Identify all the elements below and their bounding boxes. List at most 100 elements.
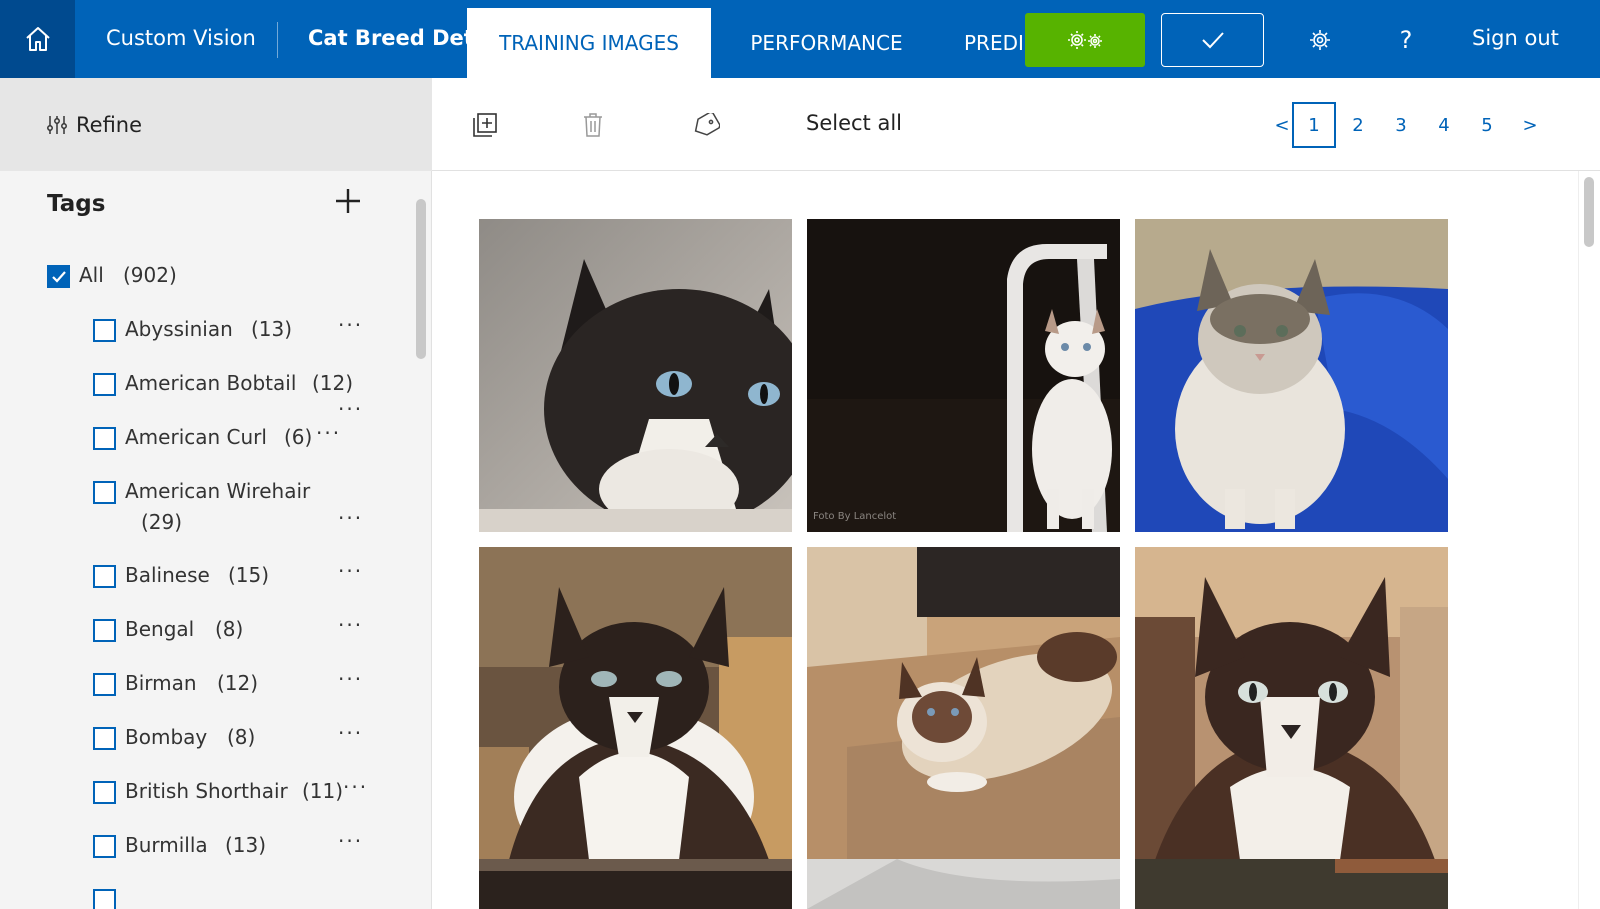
all-checkbox[interactable] [47, 265, 70, 288]
settings-button[interactable] [1302, 22, 1338, 58]
tag-checkbox[interactable] [93, 835, 116, 858]
tag-more-button[interactable]: ··· [338, 397, 363, 421]
gallery-scroll-thumb[interactable] [1584, 177, 1594, 247]
home-icon [25, 27, 50, 51]
project-name[interactable]: Cat Breed Detector [308, 26, 468, 50]
tag-count: (8) [227, 725, 256, 749]
tag-checkbox[interactable] [93, 427, 116, 450]
filter-sliders-icon [47, 115, 67, 134]
checkmark-icon [1201, 32, 1224, 49]
tag-label: American Curl [125, 425, 267, 449]
tag-images-button[interactable] [691, 110, 721, 140]
tag-label: Bombay [125, 725, 208, 749]
cat-photo [1135, 859, 1448, 909]
image-gallery: Foto By Lancelot [432, 171, 1578, 909]
tag-more-button[interactable]: ··· [338, 721, 363, 745]
tab-training-images[interactable]: TRAINING IMAGES [467, 8, 711, 78]
brand-link[interactable]: Custom Vision [106, 26, 256, 50]
gear-icon [1310, 30, 1330, 50]
cat-photo: Foto By Lancelot [807, 219, 1120, 532]
cat-image-1[interactable] [479, 219, 792, 532]
photo-watermark: Foto By Lancelot [813, 511, 896, 522]
tag-label: British Shorthair [125, 779, 288, 803]
pagination-page-5[interactable]: 5 [1465, 102, 1509, 148]
tag-more-button[interactable]: ··· [338, 667, 363, 691]
header-divider [277, 22, 278, 58]
tag-label: Balinese [125, 563, 210, 587]
cat-image-3[interactable] [1135, 219, 1448, 532]
tag-count: (15) [228, 563, 270, 587]
tag-more-button[interactable]: ··· [338, 559, 363, 583]
cat-image-4[interactable] [479, 547, 792, 860]
tab-performance[interactable]: PERFORMANCE [729, 8, 924, 78]
cat-image-7[interactable] [479, 859, 792, 909]
cat-image-8[interactable] [807, 859, 1120, 909]
tag-count: (902) [123, 263, 177, 287]
add-tag-button[interactable] [332, 185, 364, 217]
tag-more-button[interactable]: ··· [338, 829, 363, 853]
cat-photo [807, 547, 1120, 860]
home-button[interactable] [0, 0, 75, 78]
tag-icon [694, 113, 720, 136]
cat-photo [1135, 219, 1448, 532]
sidebar-scrollbar[interactable] [410, 171, 432, 909]
pagination-page-1[interactable]: 1 [1292, 102, 1336, 148]
cat-image-6[interactable] [1135, 547, 1448, 860]
add-images-icon [473, 113, 497, 137]
tag-count: (29) [141, 510, 183, 534]
delete-button[interactable] [578, 110, 608, 140]
check-icon [51, 270, 66, 283]
tag-label: All [79, 263, 104, 287]
tag-checkbox[interactable] [93, 619, 116, 642]
tag-count: (12) [217, 671, 259, 695]
pagination-page-2[interactable]: 2 [1336, 102, 1380, 148]
refine-label: Refine [76, 112, 143, 137]
tag-checkbox[interactable] [93, 673, 116, 696]
tab-predictions[interactable]: PREDICTIONS [964, 8, 1024, 78]
tag-count: (13) [225, 833, 267, 857]
cat-image-2[interactable]: Foto By Lancelot [807, 219, 1120, 532]
gallery-scrollbar[interactable] [1578, 171, 1600, 909]
tag-more-button[interactable]: ··· [316, 421, 341, 445]
cat-photo [479, 859, 792, 909]
tag-more-button[interactable]: ··· [343, 775, 368, 799]
tag-checkbox[interactable] [93, 565, 116, 588]
tag-label: American Bobtail [125, 371, 297, 395]
select-all-button[interactable]: Select all [806, 111, 902, 135]
tag-checkbox[interactable] [93, 727, 116, 750]
sign-out-link[interactable]: Sign out [1472, 26, 1559, 50]
add-images-button[interactable] [470, 110, 500, 140]
tag-label: Bengal [125, 617, 195, 641]
cat-image-5[interactable] [807, 547, 1120, 860]
refine-button[interactable]: Refine [0, 78, 432, 171]
top-navigation-bar: Custom Vision Cat Breed Detector TRAININ… [0, 0, 1600, 78]
tag-label: American Wirehair [125, 479, 311, 503]
tag-count: (6) [284, 425, 313, 449]
sidebar-scroll-thumb[interactable] [416, 199, 426, 359]
tag-more-button[interactable]: ··· [338, 313, 363, 337]
cat-photo [479, 547, 792, 860]
tags-heading: Tags [47, 191, 106, 217]
image-toolbar: Select all < 1 2 3 4 5 > [432, 78, 1600, 171]
tag-checkbox[interactable] [93, 373, 116, 396]
pagination-next[interactable]: > [1508, 102, 1552, 148]
tag-checkbox[interactable] [93, 781, 116, 804]
tag-checkbox[interactable] [93, 319, 116, 342]
tag-label: Birman [125, 671, 197, 695]
tag-more-button[interactable]: ··· [338, 613, 363, 637]
tag-more-button[interactable]: ··· [338, 506, 363, 530]
tag-checkbox[interactable] [93, 889, 116, 909]
cat-image-9[interactable] [1135, 859, 1448, 909]
tag-label: Burmilla [125, 833, 208, 857]
tag-checkbox[interactable] [93, 481, 116, 504]
tag-count: (13) [251, 317, 293, 341]
quick-test-button[interactable] [1161, 13, 1264, 67]
pagination-page-4[interactable]: 4 [1422, 102, 1466, 148]
tag-count: (12) [312, 371, 354, 395]
tag-label: Abyssinian [125, 317, 233, 341]
cat-photo [807, 859, 1120, 909]
tag-count: (11) [302, 779, 344, 803]
help-button[interactable]: ? [1388, 22, 1424, 58]
train-button[interactable] [1025, 13, 1145, 67]
pagination-page-3[interactable]: 3 [1379, 102, 1423, 148]
